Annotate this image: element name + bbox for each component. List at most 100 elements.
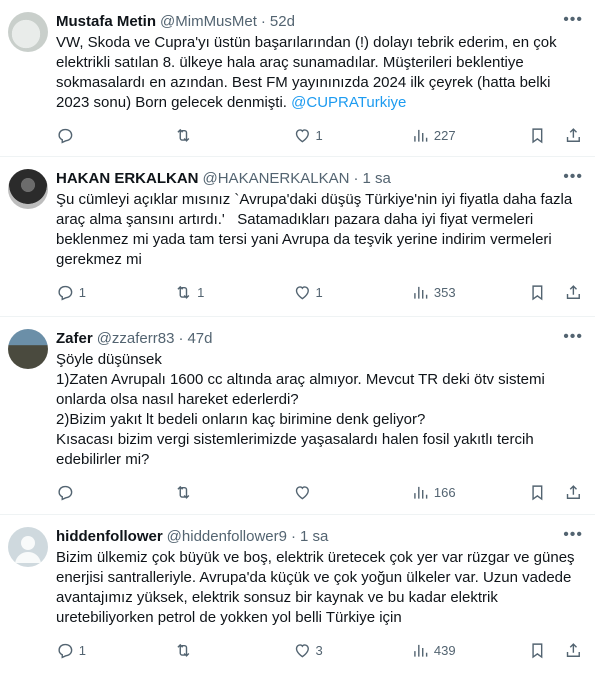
- retweet-icon: [177, 485, 190, 499]
- share-icon: [567, 284, 581, 299]
- tweet[interactable]: Zafer @zzaferr83 · 47d ••• Şöyle düşünse…: [0, 317, 595, 515]
- author-name[interactable]: Mustafa Metin: [56, 13, 156, 30]
- author-name[interactable]: hiddenfollower: [56, 528, 163, 545]
- views-button[interactable]: 166: [411, 483, 527, 502]
- views-icon: [414, 644, 428, 657]
- author-name[interactable]: Zafer: [56, 330, 93, 347]
- separator-dot: ·: [260, 12, 266, 30]
- reply-button[interactable]: 1: [56, 283, 174, 302]
- tweet-text-body: Şu cümleyi açıklar mısınız `Avrupa'daki …: [56, 191, 577, 268]
- like-icon: [295, 485, 309, 500]
- retweet-icon: [177, 285, 190, 299]
- views-count: 166: [433, 484, 456, 500]
- timestamp[interactable]: 1 sa: [300, 528, 328, 545]
- author-handle[interactable]: @MimMusMet: [160, 13, 257, 30]
- secondary-actions: [528, 126, 584, 145]
- share-icon: [567, 484, 581, 499]
- retweet-icon: [177, 128, 190, 142]
- reply-icon: [58, 643, 73, 659]
- views-button[interactable]: 353: [411, 283, 527, 302]
- author-handle[interactable]: @HAKANERKALKAN: [203, 170, 350, 187]
- like-icon: [295, 128, 309, 143]
- action-bar: 166: [56, 474, 583, 510]
- author-name[interactable]: HAKAN ERKALKAN: [56, 170, 199, 187]
- share-button[interactable]: [564, 641, 583, 660]
- views-button[interactable]: 227: [411, 126, 527, 145]
- reply-count: 1: [78, 642, 86, 658]
- retweet-button[interactable]: [174, 126, 292, 145]
- views-button[interactable]: 439: [411, 641, 527, 660]
- like-icon: [295, 643, 309, 658]
- action-bar: 1 227: [56, 117, 583, 153]
- views-icon: [414, 486, 428, 499]
- views-count: 353: [433, 284, 456, 300]
- tweet-text-body: Bizim ülkemiz çok büyük ve boş, elektrik…: [56, 549, 579, 626]
- tweet-text: Bizim ülkemiz çok büyük ve boş, elektrik…: [56, 548, 583, 628]
- like-button[interactable]: 1: [293, 283, 411, 302]
- reply-button[interactable]: [56, 126, 174, 145]
- like-button[interactable]: 1: [293, 126, 411, 145]
- bookmark-icon: [531, 643, 542, 659]
- timestamp[interactable]: 52d: [270, 13, 295, 30]
- action-bar: 1 3 439: [56, 632, 583, 668]
- tweet-text: Şu cümleyi açıklar mısınız `Avrupa'daki …: [56, 190, 583, 270]
- default-avatar-icon: [15, 536, 41, 563]
- secondary-actions: [528, 283, 584, 302]
- share-button[interactable]: [564, 483, 583, 502]
- share-button[interactable]: [564, 126, 583, 145]
- bookmark-button[interactable]: [528, 483, 547, 502]
- bookmark-button[interactable]: [528, 283, 547, 302]
- separator-dot: ·: [178, 329, 184, 347]
- action-bar: 1 1 1 353: [56, 274, 583, 310]
- reply-icon: [58, 128, 73, 144]
- bookmark-icon: [531, 485, 542, 501]
- tweet-text: VW, Skoda ve Cupra'yı üstün başarılarınd…: [56, 33, 583, 113]
- tweet-header: Mustafa Metin @MimMusMet · 52d: [56, 11, 583, 31]
- reply-button[interactable]: [56, 483, 174, 502]
- reply-feed: Mustafa Metin @MimMusMet · 52d ••• VW, S…: [0, 0, 595, 677]
- views-icon: [414, 286, 428, 299]
- tweet[interactable]: Mustafa Metin @MimMusMet · 52d ••• VW, S…: [0, 0, 595, 157]
- tweet[interactable]: HAKAN ERKALKAN @HAKANERKALKAN · 1 sa •••…: [0, 157, 595, 317]
- like-count: 3: [315, 642, 323, 658]
- avatar[interactable]: [8, 169, 48, 209]
- mention-link[interactable]: @CUPRATurkiye: [291, 94, 406, 111]
- timestamp[interactable]: 47d: [187, 330, 212, 347]
- views-icon: [414, 129, 428, 142]
- timestamp[interactable]: 1 sa: [362, 170, 390, 187]
- more-icon[interactable]: •••: [563, 329, 583, 345]
- reply-button[interactable]: 1: [56, 641, 174, 660]
- tweet[interactable]: hiddenfollower @hiddenfollower9 · 1 sa •…: [0, 515, 595, 677]
- retweet-button[interactable]: [174, 641, 292, 660]
- author-handle[interactable]: @hiddenfollower9: [167, 528, 287, 545]
- retweet-icon: [177, 643, 190, 657]
- retweet-button[interactable]: 1: [174, 283, 292, 302]
- tweet-text-body: Şöyle düşünsek 1)Zaten Avrupalı 1600 cc …: [56, 351, 545, 468]
- share-button[interactable]: [564, 283, 583, 302]
- bookmark-button[interactable]: [528, 126, 547, 145]
- secondary-actions: [528, 483, 584, 502]
- reply-icon: [58, 285, 73, 301]
- avatar[interactable]: [8, 329, 48, 369]
- reply-count: 1: [78, 284, 86, 300]
- like-count: 1: [315, 127, 323, 143]
- bookmark-button[interactable]: [528, 641, 547, 660]
- tweet-header: HAKAN ERKALKAN @HAKANERKALKAN · 1 sa: [56, 168, 583, 188]
- avatar[interactable]: [8, 12, 48, 52]
- retweet-button[interactable]: [174, 483, 292, 502]
- like-button[interactable]: 3: [293, 641, 411, 660]
- avatar[interactable]: [8, 527, 48, 567]
- views-count: 227: [433, 127, 456, 143]
- more-icon[interactable]: •••: [563, 527, 583, 543]
- like-icon: [295, 285, 309, 300]
- reply-icon: [58, 485, 73, 501]
- separator-dot: ·: [290, 527, 296, 545]
- tweet-text: Şöyle düşünsek 1)Zaten Avrupalı 1600 cc …: [56, 350, 583, 470]
- like-button[interactable]: [293, 483, 411, 502]
- share-icon: [567, 642, 581, 657]
- more-icon[interactable]: •••: [563, 12, 583, 28]
- retweet-count: 1: [197, 284, 205, 300]
- author-handle[interactable]: @zzaferr83: [97, 330, 175, 347]
- more-icon[interactable]: •••: [563, 169, 583, 185]
- bookmark-icon: [531, 128, 542, 144]
